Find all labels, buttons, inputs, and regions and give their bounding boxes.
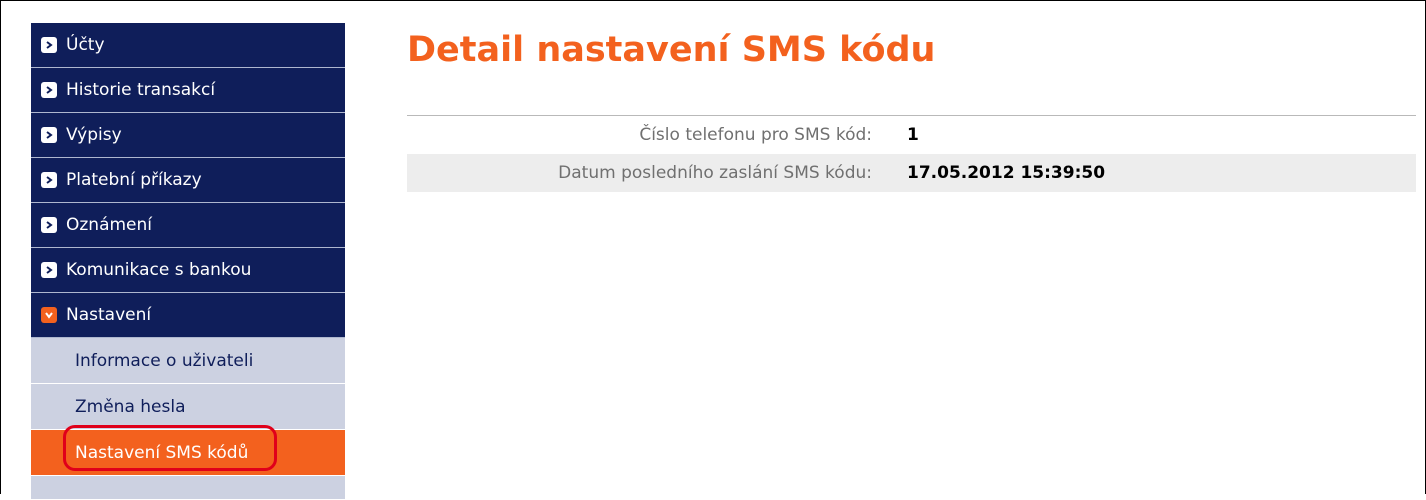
last-sent-label: Datum posledního zaslání SMS kódu: <box>558 163 872 183</box>
page-title: Detail nastavení SMS kódu <box>407 30 936 70</box>
detail-row-last-sent: Datum posledního zaslání SMS kódu: 17.05… <box>407 154 1416 192</box>
sidebar-item-komunikace-s-bankou[interactable]: Komunikace s bankou <box>31 248 345 293</box>
sidebar-item-label: Historie transakcí <box>66 80 216 100</box>
sidebar-item-ucty[interactable]: Účty <box>31 23 345 68</box>
submenu-item-label: Informace o uživateli <box>75 350 254 371</box>
chevron-right-icon <box>41 127 57 143</box>
phone-number-value: 1 <box>907 125 919 145</box>
last-sent-value: 17.05.2012 15:39:50 <box>907 163 1106 183</box>
sidebar-item-label: Nastavení <box>66 305 152 325</box>
sidebar-item-historie-transakci[interactable]: Historie transakcí <box>31 68 345 113</box>
detail-row-phone: Číslo telefonu pro SMS kód: 1 <box>407 116 1416 154</box>
chevron-right-icon <box>41 262 57 278</box>
submenu-item-label: Nastavení SMS kódů <box>75 442 249 463</box>
submenu-item-partial[interactable] <box>31 476 345 500</box>
submenu-item-zmena-hesla[interactable]: Změna hesla <box>31 384 345 430</box>
sidebar-item-nastaveni[interactable]: Nastavení <box>31 293 345 338</box>
sidebar-item-platebni-prikazy[interactable]: Platební příkazy <box>31 158 345 203</box>
submenu-item-informace-o-uzivateli[interactable]: Informace o uživateli <box>31 338 345 384</box>
sidebar-menu: Účty Historie transakcí Výpisy Platební … <box>31 23 345 500</box>
sidebar-item-vypisy[interactable]: Výpisy <box>31 113 345 158</box>
sidebar-item-label: Účty <box>66 35 105 55</box>
sidebar-item-label: Oznámení <box>66 215 153 235</box>
chevron-right-icon <box>41 82 57 98</box>
phone-number-label: Číslo telefonu pro SMS kód: <box>639 125 872 145</box>
sidebar-item-label: Výpisy <box>66 125 122 145</box>
sidebar-item-label: Komunikace s bankou <box>66 260 252 280</box>
chevron-right-icon <box>41 172 57 188</box>
submenu-item-nastaveni-sms-kodu[interactable]: Nastavení SMS kódů <box>31 425 345 476</box>
chevron-right-icon <box>41 217 57 233</box>
chevron-down-icon <box>41 307 57 323</box>
sidebar-item-oznameni[interactable]: Oznámení <box>31 203 345 248</box>
sms-detail-table: Číslo telefonu pro SMS kód: 1 Datum posl… <box>407 115 1416 192</box>
chevron-right-icon <box>41 37 57 53</box>
sidebar-item-label: Platební příkazy <box>66 170 202 190</box>
submenu-item-label: Změna hesla <box>75 396 186 417</box>
